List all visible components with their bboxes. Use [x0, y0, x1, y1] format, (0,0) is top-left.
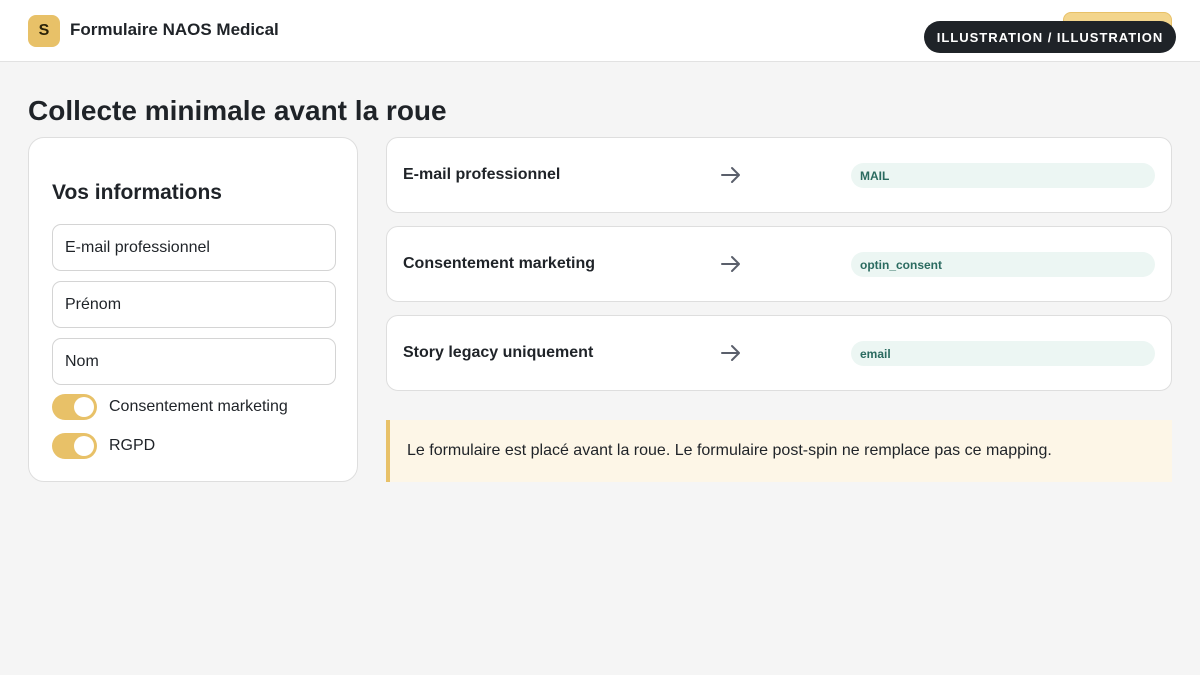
toggle-knob	[74, 436, 94, 456]
app-header: S Formulaire NAOS Medical ILLUSTRATION /…	[0, 0, 1200, 62]
mapping-target: optin_consent	[851, 252, 1155, 277]
marketing-consent-toggle[interactable]	[52, 394, 97, 420]
app-logo: S	[28, 15, 60, 47]
mapping-target: MAIL	[851, 163, 1155, 188]
gdpr-toggle[interactable]	[52, 433, 97, 459]
form-heading: Vos informations	[52, 181, 222, 204]
mapping-source: Consentement marketing	[403, 255, 596, 272]
marketing-consent-row: Consentement marketing	[52, 394, 288, 420]
gdpr-label: RGPD	[109, 437, 156, 454]
toggle-knob	[74, 397, 94, 417]
marketing-consent-label: Consentement marketing	[109, 398, 288, 415]
mapping-target: email	[851, 341, 1155, 366]
info-notice: Le formulaire est placé avant la roue. L…	[386, 420, 1172, 482]
page-title: Collecte minimale avant la roue	[28, 95, 447, 126]
arrow-right-icon	[721, 167, 740, 183]
arrow-right-icon	[721, 256, 740, 272]
mapping-source: Story legacy uniquement	[403, 344, 594, 361]
mapping-source: E-mail professionnel	[403, 166, 561, 183]
info-form-card: Vos informations E-mail professionnel Pr…	[28, 137, 358, 482]
illustration-badge: ILLUSTRATION / ILLUSTRATION	[924, 21, 1176, 53]
first-name-field[interactable]: Prénom	[52, 281, 336, 328]
arrow-right-icon	[721, 345, 740, 361]
mapping-row: Story legacy uniquement email	[386, 315, 1172, 391]
last-name-field[interactable]: Nom	[52, 338, 336, 385]
email-field[interactable]: E-mail professionnel	[52, 224, 336, 271]
app-title: Formulaire NAOS Medical	[70, 20, 279, 39]
mapping-row: E-mail professionnel MAIL	[386, 137, 1172, 213]
mapping-row: Consentement marketing optin_consent	[386, 226, 1172, 302]
gdpr-row: RGPD	[52, 433, 155, 459]
